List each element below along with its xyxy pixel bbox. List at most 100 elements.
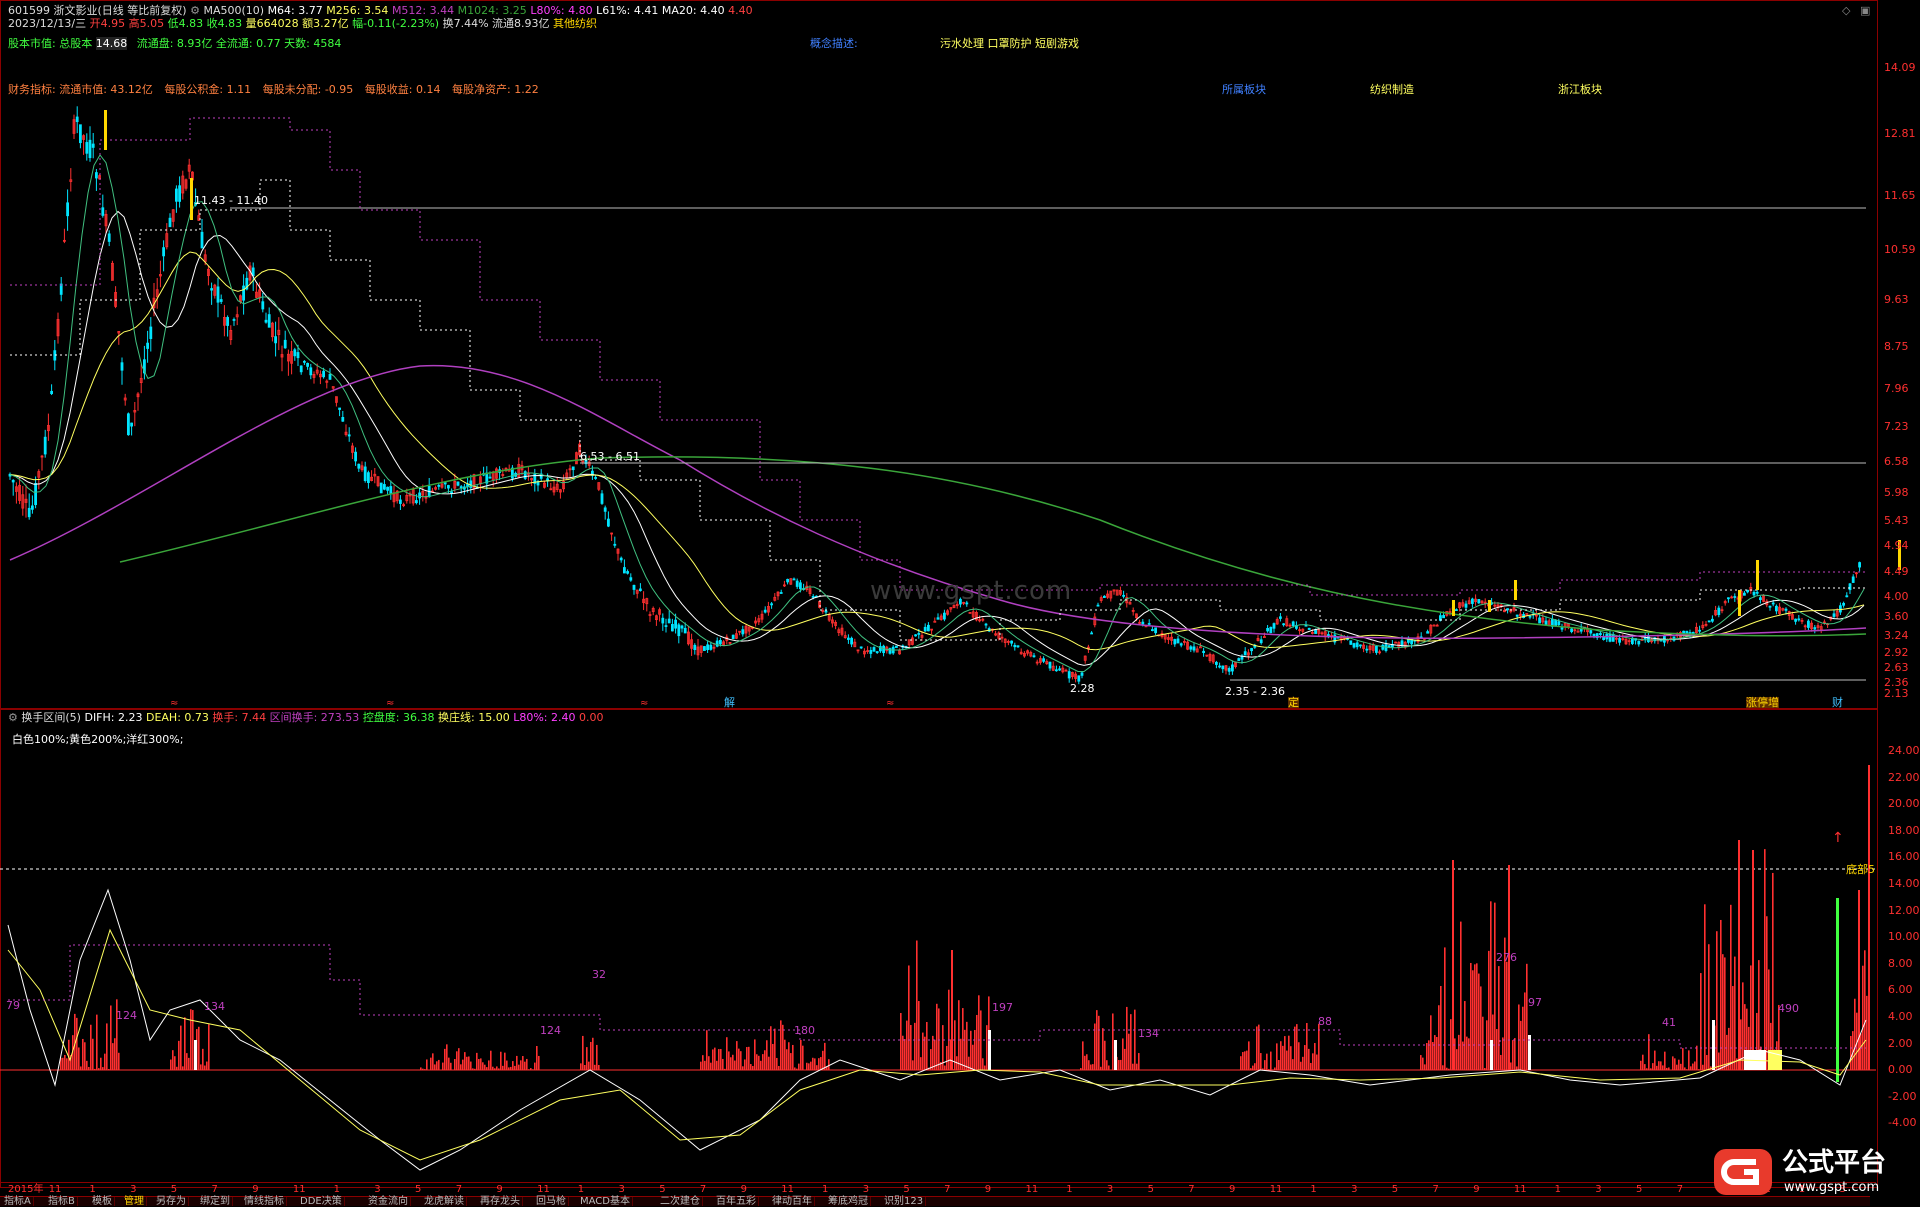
indicator-name[interactable]: 换手区间(5) xyxy=(21,711,81,724)
turnover-bar xyxy=(462,1060,464,1070)
stock-name[interactable]: 浙文影业 xyxy=(54,4,98,17)
indicator-tick-label: 2.00 xyxy=(1888,1038,1913,1049)
volume-label: 量664028 xyxy=(246,17,299,30)
turnover-bar xyxy=(1864,950,1866,1070)
close-label: 收4.83 xyxy=(207,17,243,30)
candle-body xyxy=(604,508,606,511)
float-mv: 流通市值: 43.12亿 xyxy=(59,83,153,96)
turnover-bar xyxy=(1318,1024,1320,1070)
turnover-bar xyxy=(828,1059,830,1070)
candle-body xyxy=(95,173,97,178)
turnover-bar xyxy=(520,1060,522,1070)
turnover-bar xyxy=(1248,1041,1250,1070)
turnover-bar xyxy=(1280,1041,1282,1070)
turnover-bar xyxy=(1312,1053,1314,1070)
candle-body xyxy=(329,374,331,379)
candle-body xyxy=(825,611,827,612)
candle-body xyxy=(339,408,341,409)
share-label: 股本市值: xyxy=(8,37,56,50)
price-tick-label: 3.24 xyxy=(1884,630,1909,641)
turnover-bar xyxy=(1424,1064,1426,1070)
range-turnover-value: 197 xyxy=(992,1002,1013,1013)
turnover-bar xyxy=(1240,1056,1242,1070)
turnover-bar xyxy=(92,1039,94,1070)
turnover-bar xyxy=(948,990,950,1070)
candle-body xyxy=(1356,643,1358,647)
turnover-bar xyxy=(1294,1027,1296,1070)
candle-body xyxy=(1097,605,1099,606)
candle-body xyxy=(1599,633,1601,634)
candle-body xyxy=(1068,672,1070,678)
time-tick-label: 7 xyxy=(1188,1185,1194,1195)
turnover-bar xyxy=(592,1038,594,1070)
turnover-bar xyxy=(496,1066,498,1070)
turnover-bar xyxy=(740,1051,742,1070)
settings-gear-icon[interactable]: ⚙ xyxy=(190,4,200,17)
high-label: 高5.05 xyxy=(129,17,165,30)
sector-zhejiang[interactable]: 浙江板块 xyxy=(1558,84,1602,95)
candle-body xyxy=(1142,622,1144,624)
candle-body xyxy=(1078,676,1080,681)
candle-body xyxy=(1228,668,1230,671)
time-tick-label: 1 xyxy=(1555,1185,1561,1195)
turnover-bar xyxy=(1526,964,1528,1070)
turnover-bar xyxy=(1100,1067,1102,1070)
candle-body xyxy=(1711,619,1713,621)
turnover-bar xyxy=(486,1067,488,1070)
turnover-bar xyxy=(710,1063,712,1070)
turnover-bar xyxy=(1698,1069,1700,1070)
turnover-bar xyxy=(502,1066,504,1070)
candle-body xyxy=(1180,644,1182,645)
turnover-bar xyxy=(1480,986,1482,1070)
candle-body xyxy=(1839,606,1841,612)
turnover-bar xyxy=(712,1049,714,1070)
expand-icon[interactable]: ◇ xyxy=(1842,4,1850,17)
turnover-bar xyxy=(1300,1062,1302,1070)
turnover-bar xyxy=(738,1049,740,1070)
turnover-bar xyxy=(506,1061,508,1070)
turnover-bar xyxy=(1258,1025,1260,1070)
candle-body xyxy=(675,620,677,628)
turnover-bar xyxy=(106,1023,108,1070)
window-icon[interactable]: ▣ xyxy=(1860,4,1870,17)
candle-body xyxy=(390,487,392,494)
industry-label[interactable]: 其他纺织 xyxy=(553,17,597,30)
sector-textile[interactable]: 纺织制造 xyxy=(1370,84,1414,95)
candle-body xyxy=(1151,630,1153,631)
candle-body xyxy=(121,363,123,370)
candle-body xyxy=(217,287,219,302)
indicator-gear-icon[interactable]: ⚙ xyxy=(8,711,18,724)
candle-body xyxy=(1017,646,1019,647)
candle-body xyxy=(1798,619,1800,620)
logo-url: www.gspt.com xyxy=(1784,1181,1879,1194)
candle-body xyxy=(60,284,62,294)
turnover-bar xyxy=(902,1036,904,1070)
candle-body xyxy=(924,627,926,631)
turnover-bar xyxy=(1702,1065,1704,1070)
turnover-bar xyxy=(1306,1023,1308,1070)
candle-body xyxy=(1775,606,1777,611)
turnover-bar xyxy=(1684,1067,1686,1070)
gspt-logo: 公式平台 www.gspt.com xyxy=(1712,1145,1912,1199)
turnover-bar xyxy=(1506,962,1508,1070)
turnover-bar xyxy=(1660,1061,1662,1070)
turnover-bar xyxy=(764,1050,766,1070)
turnover-bar xyxy=(974,1030,976,1070)
candle-body xyxy=(89,140,91,157)
turnover-bar xyxy=(108,1069,110,1070)
turnover-bar xyxy=(484,1065,486,1070)
price-tick-label: 7.23 xyxy=(1884,421,1909,432)
turnover-bar xyxy=(1650,1068,1652,1070)
turnover-bar xyxy=(904,1039,906,1070)
turnover-bar xyxy=(1708,944,1710,1070)
sector-label[interactable]: 所属板块 xyxy=(1222,84,1266,95)
turnover-bar xyxy=(742,1066,744,1070)
candle-body xyxy=(1033,656,1035,657)
turnover-bar xyxy=(1304,1045,1306,1070)
turnover-bar xyxy=(964,1030,966,1070)
candle-body xyxy=(614,544,616,545)
turnover-bar xyxy=(1254,1063,1256,1070)
turnover-bar xyxy=(706,1030,708,1070)
turnover-bar xyxy=(584,1065,586,1070)
turnover-bar xyxy=(1440,986,1442,1070)
